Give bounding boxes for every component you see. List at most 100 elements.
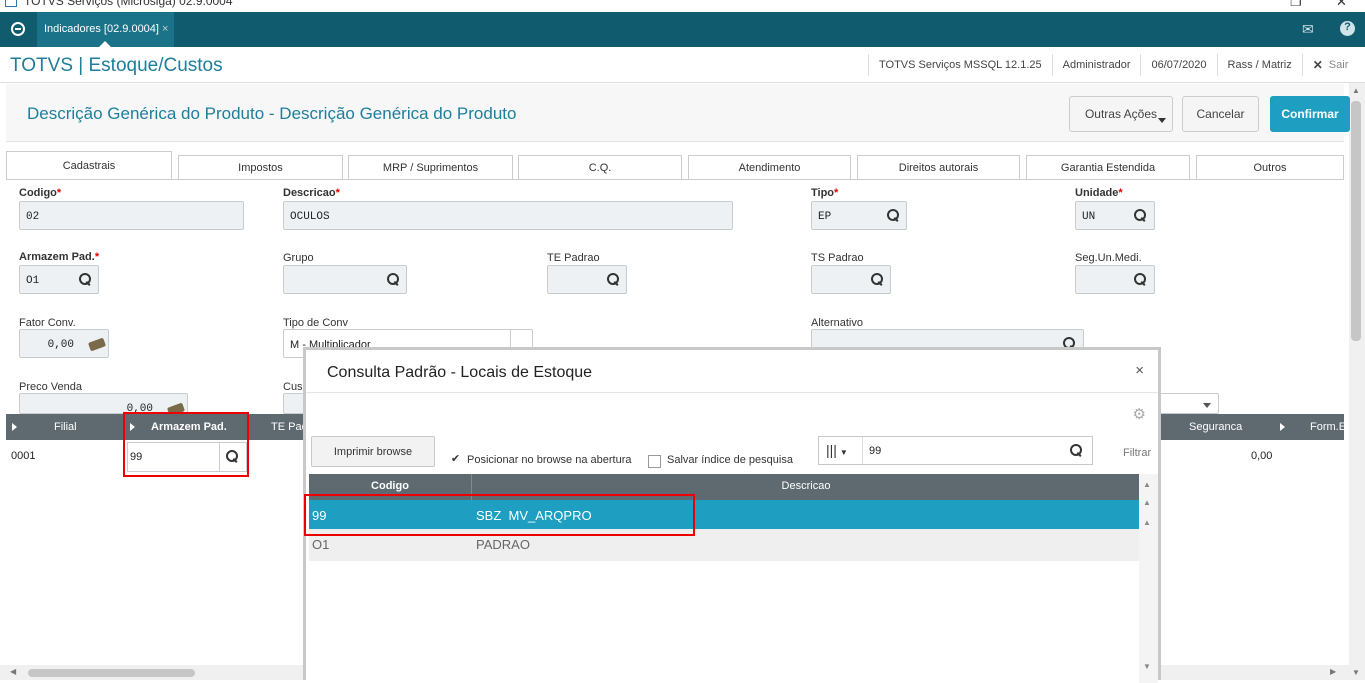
help-icon[interactable]: ?: [1340, 21, 1355, 36]
tab-cq[interactable]: C.Q.: [518, 155, 682, 180]
app-window-icon: [5, 0, 17, 7]
scroll-thumb[interactable]: [28, 669, 195, 677]
dialog-divider: [306, 392, 1158, 393]
tab-impostos[interactable]: Impostos: [178, 155, 343, 180]
search-icon[interactable]: [607, 273, 619, 285]
codigo-label: Codigo*: [19, 187, 62, 199]
tab-cadastrais[interactable]: Cadastrais: [6, 151, 172, 180]
tab-direitos-autorais[interactable]: Direitos autorais: [857, 155, 1020, 180]
preco-venda-label: Preco Venda: [19, 381, 82, 393]
col-form[interactable]: Form.E: [1310, 414, 1346, 440]
more-actions-label: Outras Ações: [1084, 107, 1158, 121]
window-title-bar: TOTVS Serviços (Microsiga) 02.9.0004 ❐ ✕: [0, 0, 1365, 12]
exit-label: Sair: [1328, 59, 1349, 71]
col-filial[interactable]: Filial: [54, 414, 77, 440]
module-title: TOTVS | Estoque/Custos: [10, 55, 223, 76]
browse-scrollbar[interactable]: ▲ ▲ ▲ ▼: [1139, 474, 1158, 683]
tab-garantia-estendida[interactable]: Garantia Estendida: [1026, 155, 1190, 180]
close-window-icon[interactable]: ✕: [1336, 0, 1347, 10]
unidade-label: Unidade*: [1075, 187, 1123, 199]
search-icon[interactable]: [1134, 209, 1146, 221]
te-padrao-field[interactable]: [547, 265, 627, 294]
date-info: 06/07/2020: [1140, 54, 1216, 76]
seg-un-field[interactable]: [1075, 265, 1155, 294]
tab-close-icon[interactable]: ×: [162, 23, 168, 35]
page-title: Descrição Genérica do Produto - Descriçã…: [27, 104, 517, 123]
mail-icon[interactable]: ✉: [1302, 21, 1314, 38]
filter-link[interactable]: Filtrar: [1123, 447, 1151, 459]
ts-padrao-field[interactable]: [811, 265, 891, 294]
more-actions-button[interactable]: Outras Ações: [1069, 96, 1173, 132]
close-icon: ✕: [1312, 58, 1323, 72]
page-scrollbar[interactable]: ▲ ▼: [1349, 83, 1365, 680]
scroll-up-icon[interactable]: ▲: [1352, 86, 1360, 95]
scroll-right-icon[interactable]: ▶: [1330, 667, 1336, 676]
scroll-down-icon[interactable]: ▼: [1143, 662, 1151, 671]
gear-icon[interactable]: ⚙: [1133, 405, 1146, 423]
print-browse-button[interactable]: Imprimir browse: [311, 436, 435, 467]
tab-divider: [6, 179, 1344, 180]
search-icon[interactable]: [1134, 273, 1146, 285]
branch-info[interactable]: Rass / Matriz: [1216, 54, 1302, 76]
row-codigo: O1: [312, 537, 330, 552]
grid-cell-filial: 0001: [11, 450, 36, 462]
armazem-field[interactable]: O1: [19, 265, 99, 294]
preco-venda-field[interactable]: 0,00: [19, 393, 188, 414]
page-header: Descrição Genérica do Produto - Descriçã…: [6, 84, 1350, 142]
columns-icon[interactable]: ||| ▼: [819, 437, 863, 464]
highlight-armazem: [123, 412, 249, 477]
scroll-left-icon[interactable]: ◀: [10, 667, 16, 676]
column-marker-icon: [1280, 423, 1285, 431]
server-info: TOTVS Serviços MSSQL 12.1.25: [868, 54, 1052, 76]
grupo-field[interactable]: [283, 265, 407, 294]
codigo-field[interactable]: 02: [19, 201, 244, 230]
search-box[interactable]: ||| ▼ 99: [818, 436, 1093, 465]
search-icon[interactable]: [1070, 444, 1082, 456]
save-index-checkbox[interactable]: [648, 455, 661, 468]
scroll-down-icon[interactable]: ▼: [1352, 668, 1360, 677]
search-icon[interactable]: [887, 209, 899, 221]
dialog-title: Consulta Padrão - Locais de Estoque: [327, 364, 593, 381]
dialog-close-icon[interactable]: ×: [1135, 362, 1144, 379]
tab-indicadores[interactable]: Indicadores [02.9.0004] ×: [37, 12, 174, 47]
col-seguranca[interactable]: Seguranca: [1189, 414, 1242, 440]
unidade-field[interactable]: UN: [1075, 201, 1155, 230]
highlight-selected-row: [304, 494, 695, 536]
fator-field[interactable]: 0,00: [19, 329, 109, 358]
position-checkbox[interactable]: ✔: [449, 454, 462, 467]
form-tabs: Cadastrais Impostos MRP / Suprimentos C.…: [6, 151, 1344, 180]
tab-mrp-suprimentos[interactable]: MRP / Suprimentos: [348, 155, 513, 180]
restore-window-icon[interactable]: ❐: [1290, 0, 1302, 10]
scroll-thumb[interactable]: [1351, 101, 1361, 341]
descricao-field[interactable]: OCULOS: [283, 201, 733, 230]
user-info: Administrador: [1051, 54, 1141, 76]
confirm-button[interactable]: Confirmar: [1270, 96, 1350, 132]
search-icon[interactable]: [871, 273, 883, 285]
exit-button[interactable]: ✕ Sair: [1301, 54, 1359, 76]
search-input[interactable]: 99: [869, 445, 881, 457]
position-checkbox-label: Posicionar no browse na abertura: [467, 454, 632, 466]
row-descricao: PADRAO: [476, 537, 530, 552]
tab-atendimento[interactable]: Atendimento: [688, 155, 851, 180]
fator-label: Fator Conv.: [19, 317, 76, 329]
alternativo-label: Alternativo: [811, 317, 863, 329]
custo-field[interactable]: [283, 393, 305, 414]
seg-un-label: Seg.Un.Medi.: [1075, 252, 1142, 264]
tipo-label: Tipo*: [811, 187, 839, 199]
search-icon[interactable]: [79, 273, 91, 285]
tab-outros[interactable]: Outros: [1196, 155, 1344, 180]
descricao-label: Descricao*: [283, 187, 340, 199]
window-title: TOTVS Serviços (Microsiga) 02.9.0004: [24, 0, 233, 8]
custo-label: Cus: [283, 381, 303, 393]
totvs-logo-icon[interactable]: [11, 22, 25, 36]
tab-indicadores-label: Indicadores [02.9.0004]: [44, 23, 159, 35]
te-padrao-label: TE Padrao: [547, 252, 600, 264]
calculator-icon[interactable]: [87, 337, 107, 352]
grupo-label: Grupo: [283, 252, 314, 264]
search-icon[interactable]: [387, 273, 399, 285]
scroll-up-icon[interactable]: ▲: [1143, 480, 1151, 489]
line-up-icon[interactable]: ▲: [1143, 518, 1151, 527]
page-up-icon[interactable]: ▲: [1143, 498, 1151, 507]
tipo-field[interactable]: EP: [811, 201, 907, 230]
cancel-button[interactable]: Cancelar: [1182, 96, 1259, 132]
